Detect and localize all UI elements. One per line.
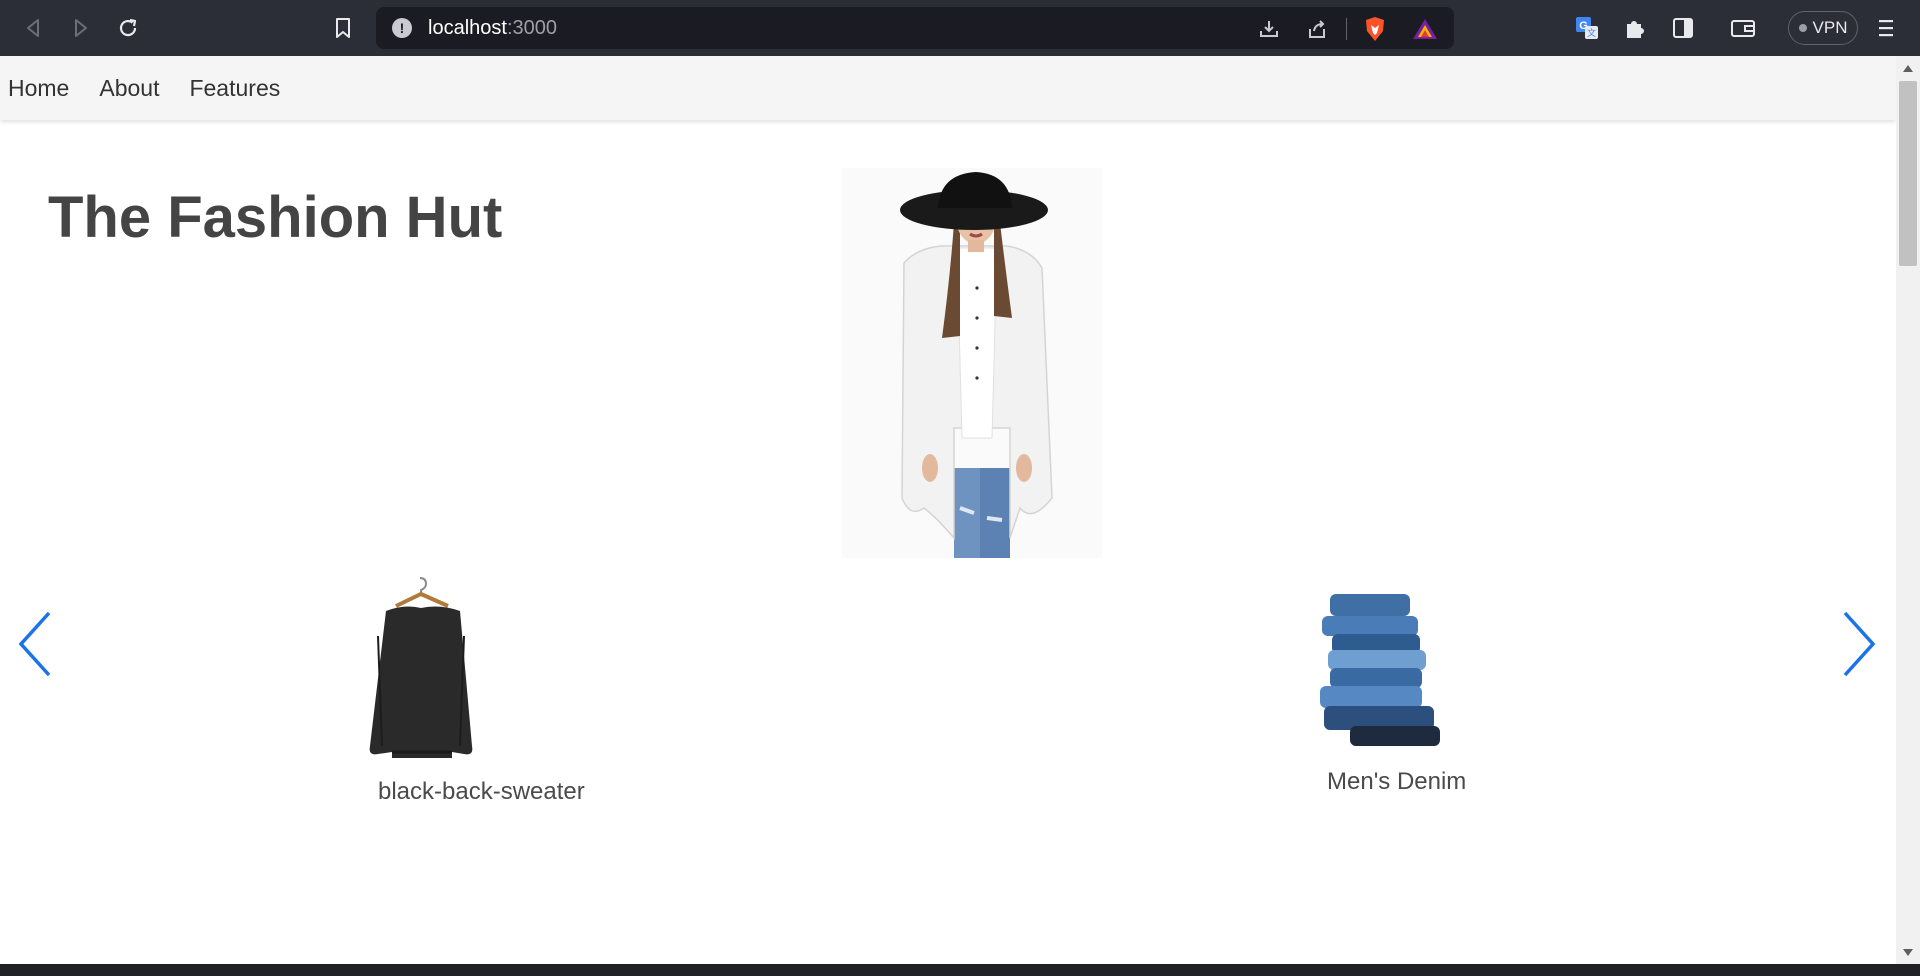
page-title: The Fashion Hut <box>48 185 503 250</box>
reload-button[interactable] <box>108 8 148 48</box>
vpn-label: VPN <box>1812 18 1848 37</box>
product-label: black-back-sweater <box>378 778 585 805</box>
nav-link-features[interactable]: Features <box>189 75 280 102</box>
browser-toolbar: ! localhost:3000 G文 VPN <box>0 0 1920 56</box>
svg-text:文: 文 <box>1587 27 1596 38</box>
denim-image <box>1320 594 1440 746</box>
back-icon <box>23 17 45 39</box>
divider <box>1346 18 1347 40</box>
brave-shields-icon[interactable] <box>1362 16 1388 42</box>
forward-button[interactable] <box>60 8 100 48</box>
wallet-icon[interactable] <box>1728 13 1758 43</box>
page-viewport: Home About Features The Fashion Hut blac… <box>0 56 1896 964</box>
forward-icon <box>69 17 91 39</box>
hero-model-image <box>842 168 1102 558</box>
back-button[interactable] <box>14 8 54 48</box>
scroll-thumb[interactable] <box>1899 81 1917 266</box>
scroll-up-icon[interactable] <box>1903 65 1913 72</box>
address-bar[interactable]: ! localhost:3000 <box>376 7 1454 49</box>
translate-icon[interactable]: G文 <box>1572 13 1602 43</box>
chevron-left-icon <box>15 609 55 684</box>
download-icon[interactable] <box>1256 16 1282 42</box>
product-label: Men's Denim <box>1327 768 1467 795</box>
vpn-status-icon <box>1798 24 1807 32</box>
sidebar-icon[interactable] <box>1668 13 1698 43</box>
site-navbar: Home About Features <box>0 56 1896 120</box>
chevron-right-icon <box>1839 609 1879 684</box>
site-info-icon[interactable]: ! <box>392 18 412 38</box>
menu-icon[interactable] <box>1871 13 1901 43</box>
reload-icon <box>116 16 140 40</box>
nav-link-about[interactable]: About <box>99 75 159 102</box>
window-bottom-edge <box>0 964 1920 976</box>
carousel-next-button[interactable] <box>1834 606 1884 686</box>
url-text: localhost:3000 <box>428 17 557 39</box>
bookmark-button[interactable] <box>323 8 363 48</box>
product-card[interactable] <box>1300 586 1460 751</box>
scroll-down-icon[interactable] <box>1903 949 1913 956</box>
product-card[interactable] <box>356 576 486 761</box>
sweater-image <box>369 577 473 758</box>
carousel-prev-button[interactable] <box>10 606 60 686</box>
extensions-icon[interactable] <box>1620 13 1650 43</box>
page-scrollbar[interactable] <box>1896 56 1920 964</box>
nav-link-home[interactable]: Home <box>8 75 69 102</box>
brave-rewards-icon[interactable] <box>1412 16 1438 42</box>
vpn-button[interactable]: VPN <box>1788 11 1858 45</box>
bookmark-icon <box>333 17 353 39</box>
share-icon[interactable] <box>1304 16 1330 42</box>
